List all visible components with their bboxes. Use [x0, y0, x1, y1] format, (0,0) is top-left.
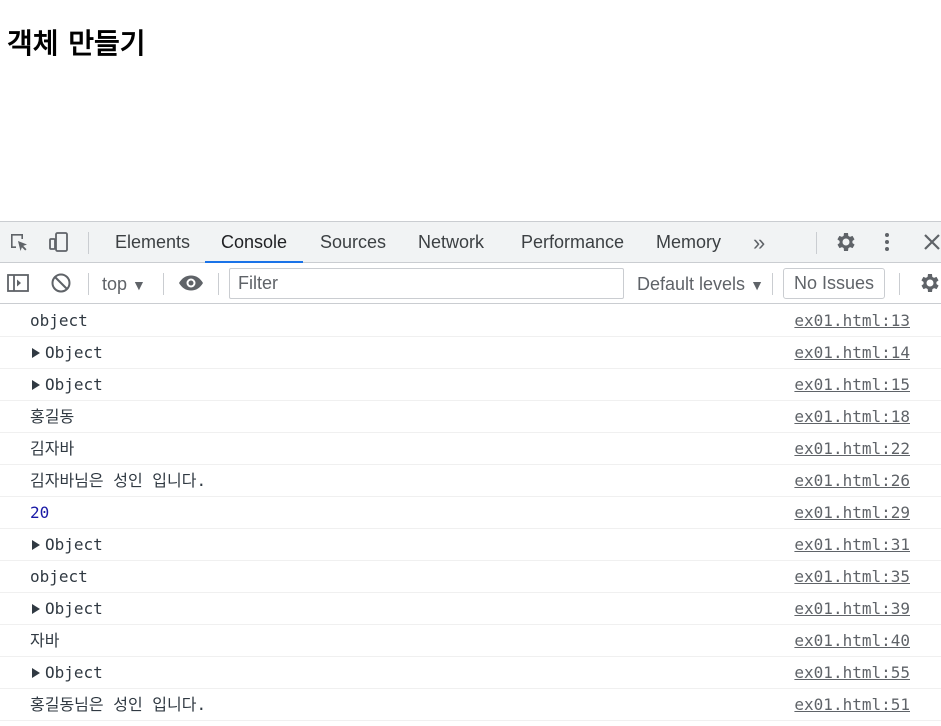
more-tabs-button[interactable]: »: [737, 222, 781, 263]
message-text: Object: [45, 599, 103, 618]
message-text: Object: [45, 375, 103, 394]
console-message: 홍길동 ex01.html:18: [0, 401, 941, 433]
eye-icon[interactable]: [178, 271, 203, 295]
message-text: 홍길동: [30, 407, 75, 426]
source-link[interactable]: ex01.html:29: [794, 497, 910, 528]
expand-triangle-icon: [32, 540, 40, 550]
gear-icon[interactable]: [833, 230, 857, 254]
toolbar-divider: [816, 232, 817, 254]
console-log: object ex01.html:13 Object ex01.html:14 …: [0, 305, 941, 721]
source-link[interactable]: ex01.html:18: [794, 401, 910, 432]
console-message: Object ex01.html:15: [0, 369, 941, 401]
context-value: top: [102, 274, 128, 294]
console-message: 홍길동님은 성인 입니다. ex01.html:51: [0, 689, 941, 721]
console-message: 자바 ex01.html:40: [0, 625, 941, 657]
source-link[interactable]: ex01.html:13: [794, 305, 910, 336]
tab-elements[interactable]: Elements: [99, 222, 206, 263]
clear-console-icon[interactable]: [49, 271, 73, 295]
console-settings-gear-icon[interactable]: [917, 271, 941, 295]
console-message: object ex01.html:35: [0, 561, 941, 593]
device-toolbar-icon[interactable]: [47, 230, 71, 254]
devtools-panel: Elements Console Sources Network Perform…: [0, 221, 941, 726]
tab-performance[interactable]: Performance: [505, 222, 640, 263]
devtools-tab-bar: Elements Console Sources Network Perform…: [0, 221, 941, 263]
source-link[interactable]: ex01.html:55: [794, 657, 910, 688]
expand-triangle-icon: [32, 668, 40, 678]
chevron-down-icon: ▼: [750, 277, 764, 293]
message-text: 김자바님은 성인 입니다.: [30, 471, 207, 490]
inspect-element-icon[interactable]: [7, 230, 31, 254]
console-message: Object ex01.html:39: [0, 593, 941, 625]
message-text: 홍길동님은 성인 입니다.: [30, 695, 207, 714]
tab-sources[interactable]: Sources: [304, 222, 402, 263]
context-selector[interactable]: top ▼: [102, 272, 146, 296]
console-message: 김자바님은 성인 입니다. ex01.html:26: [0, 465, 941, 497]
console-sidebar-icon[interactable]: [6, 271, 30, 295]
tab-console[interactable]: Console: [205, 222, 304, 263]
source-link[interactable]: ex01.html:51: [794, 689, 910, 720]
object-toggle[interactable]: Object: [32, 369, 103, 400]
kebab-menu-icon[interactable]: [875, 230, 899, 254]
filter-input[interactable]: [229, 268, 624, 299]
console-message: 김자바 ex01.html:22: [0, 433, 941, 465]
message-text: 자바: [30, 631, 60, 650]
message-text: Object: [45, 535, 103, 554]
source-link[interactable]: ex01.html:22: [794, 433, 910, 464]
message-text: 김자바: [30, 439, 75, 458]
source-link[interactable]: ex01.html:14: [794, 337, 910, 368]
message-text: Object: [45, 663, 103, 682]
source-link[interactable]: ex01.html:31: [794, 529, 910, 560]
source-link[interactable]: ex01.html:26: [794, 465, 910, 496]
expand-triangle-icon: [32, 604, 40, 614]
chevron-down-icon: ▼: [132, 277, 146, 293]
toolbar-divider: [899, 273, 900, 295]
toolbar-divider: [163, 273, 164, 295]
log-levels-dropdown[interactable]: Default levels ▼: [637, 272, 764, 296]
tab-memory[interactable]: Memory: [640, 222, 737, 263]
issues-button[interactable]: No Issues: [783, 268, 885, 299]
console-message: Object ex01.html:55: [0, 657, 941, 689]
close-icon[interactable]: [920, 230, 941, 254]
page-heading: 객체 만들기: [7, 27, 146, 60]
expand-triangle-icon: [32, 348, 40, 358]
console-message: Object ex01.html:14: [0, 337, 941, 369]
log-levels-label: Default levels: [637, 274, 746, 294]
object-toggle[interactable]: Object: [32, 529, 103, 560]
message-text: object: [30, 311, 88, 330]
object-toggle[interactable]: Object: [32, 593, 103, 624]
console-toolbar: top ▼ Default levels ▼ No Issues: [0, 263, 941, 304]
expand-triangle-icon: [32, 380, 40, 390]
console-message: object ex01.html:13: [0, 305, 941, 337]
console-message: Object ex01.html:31: [0, 529, 941, 561]
tab-network[interactable]: Network: [402, 222, 500, 263]
message-text: object: [30, 567, 88, 586]
toolbar-divider: [218, 273, 219, 295]
toolbar-divider: [88, 273, 89, 295]
toolbar-divider: [772, 273, 773, 295]
object-toggle[interactable]: Object: [32, 337, 103, 368]
toolbar-divider: [88, 232, 89, 254]
source-link[interactable]: ex01.html:40: [794, 625, 910, 656]
object-toggle[interactable]: Object: [32, 657, 103, 688]
message-text: Object: [45, 343, 103, 362]
source-link[interactable]: ex01.html:35: [794, 561, 910, 592]
source-link[interactable]: ex01.html:15: [794, 369, 910, 400]
source-link[interactable]: ex01.html:39: [794, 593, 910, 624]
console-message: 20 ex01.html:29: [0, 497, 941, 529]
message-number: 20: [30, 503, 50, 522]
